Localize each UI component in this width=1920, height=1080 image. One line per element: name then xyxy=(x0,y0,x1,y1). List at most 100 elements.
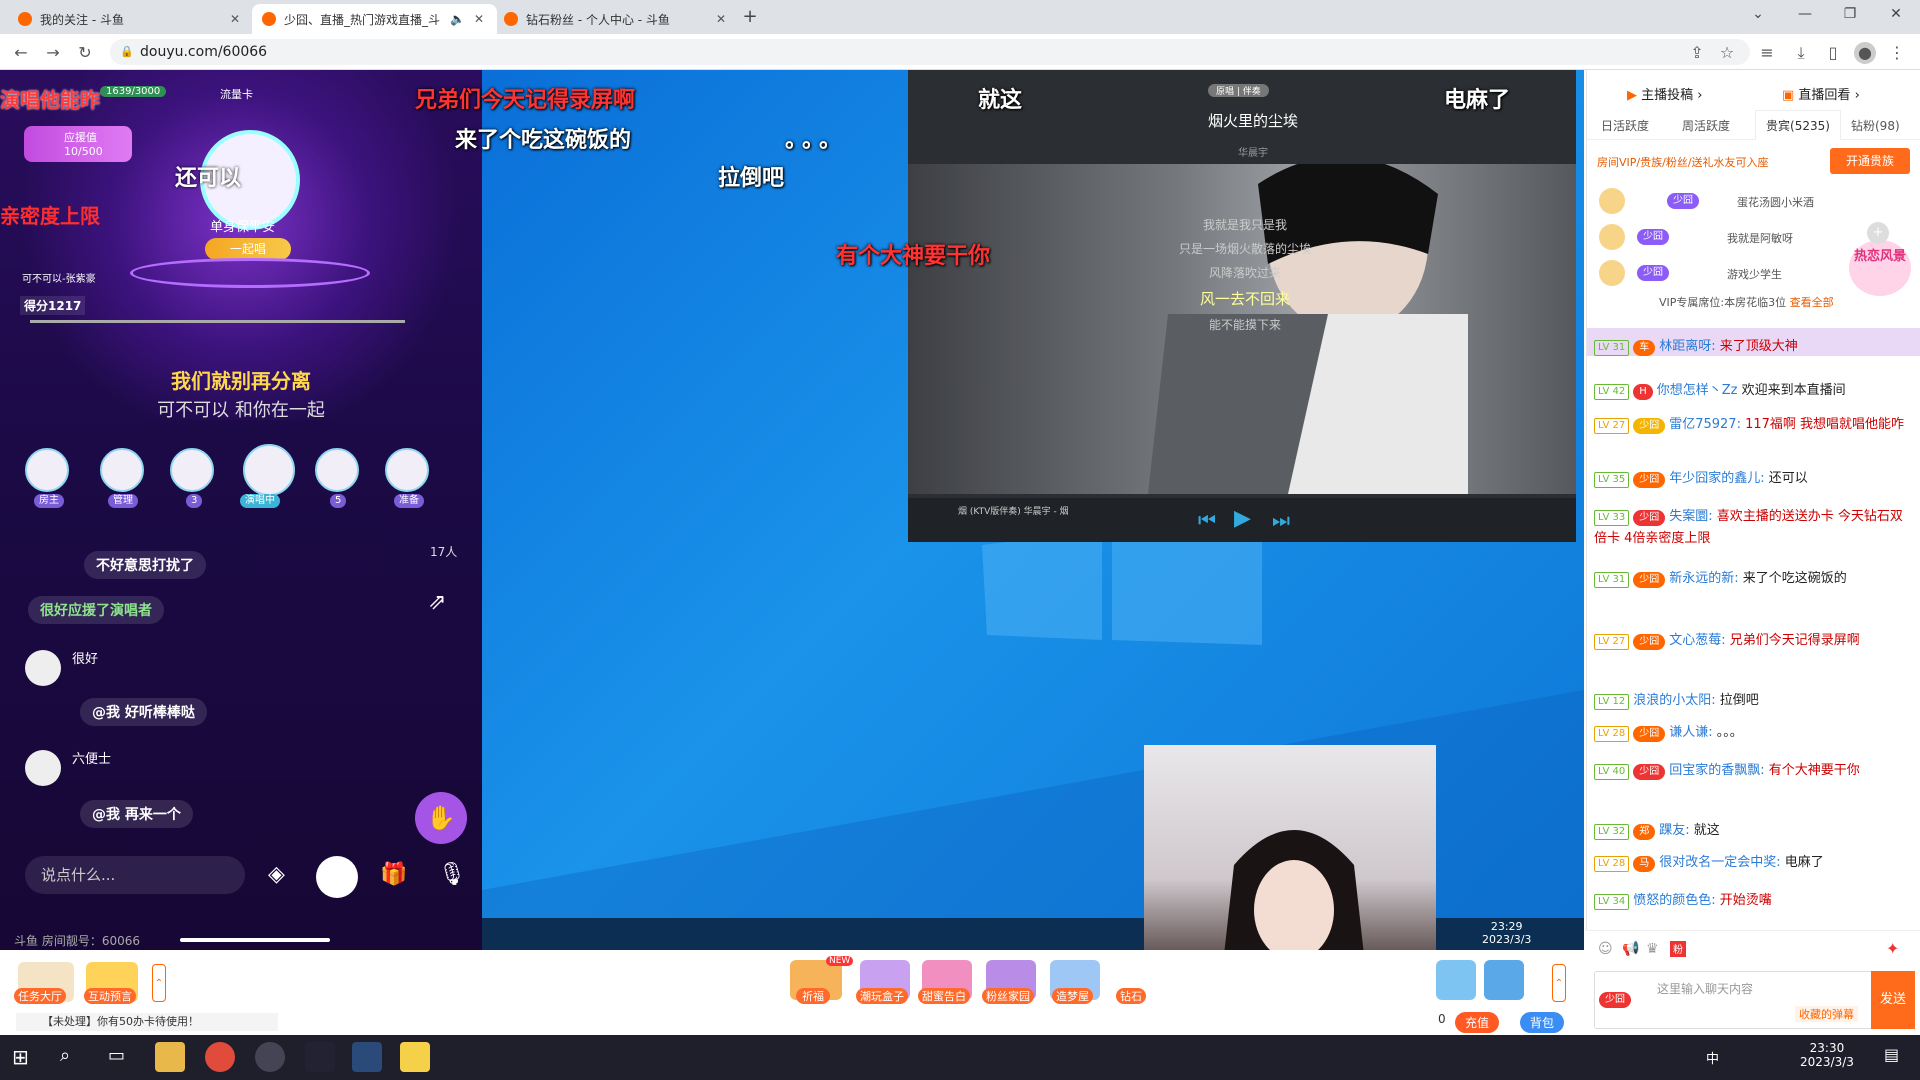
tab-vip[interactable]: 贵宾(5235) xyxy=(1755,110,1841,140)
windows-start-icon[interactable]: ⊞ xyxy=(12,1045,29,1069)
gift-label[interactable]: 造梦屋 xyxy=(1052,988,1093,1004)
sidepanel-icon[interactable]: ▯ xyxy=(1822,42,1844,64)
speaker-icon[interactable]: 🔈 xyxy=(450,12,465,26)
tab-daily[interactable]: 日活跃度 xyxy=(1601,117,1649,134)
download-icon[interactable]: ⤓ xyxy=(1790,42,1812,64)
seat-avatar-singing[interactable] xyxy=(243,444,295,496)
share-icon[interactable]: ⇗ xyxy=(428,590,446,615)
avatar[interactable] xyxy=(25,650,61,686)
chat-nick[interactable]: 谦人谦: xyxy=(1669,725,1712,740)
chat-nick[interactable]: 很对改名一定会中奖: xyxy=(1659,855,1780,870)
chat-nick[interactable]: 愤怒的颜色色: xyxy=(1633,893,1715,908)
app-icon[interactable] xyxy=(305,1042,335,1072)
chrome-icon[interactable] xyxy=(205,1042,235,1072)
tab-diamond-fans[interactable]: 钻粉(98) xyxy=(1851,117,1900,134)
next-icon[interactable]: ⏭ xyxy=(1272,508,1290,532)
file-explorer-icon[interactable] xyxy=(155,1042,185,1072)
noble-icon[interactable]: ♛ xyxy=(1646,941,1659,957)
gift-icon[interactable] xyxy=(1484,960,1524,1000)
tab-live[interactable]: 少囧、直播_热门游戏直播_斗 🔈 ✕ xyxy=(252,4,497,34)
plus-icon[interactable]: + xyxy=(1867,222,1889,244)
prev-icon[interactable]: ⏮ xyxy=(1198,508,1216,532)
chat-nick[interactable]: 林距离呀: xyxy=(1659,339,1715,354)
gift-icon[interactable]: 🎁 xyxy=(380,862,407,887)
minimize-button[interactable]: — xyxy=(1785,6,1825,22)
seat-avatar[interactable] xyxy=(315,448,359,492)
notice-text[interactable]: 【未处理】你有50办卡待使用！ xyxy=(16,1013,278,1031)
vip-user-name[interactable]: 游戏少学生 xyxy=(1727,266,1782,282)
mic-off-icon[interactable]: 🎙 xyxy=(438,862,466,887)
chat-nick[interactable]: 浪浪的小太阳: xyxy=(1633,693,1715,708)
gift-label[interactable]: 粉丝家园 xyxy=(982,988,1034,1004)
notification-icon[interactable]: ▤ xyxy=(1884,1045,1899,1064)
search-icon[interactable]: ⌕ xyxy=(60,1045,70,1066)
chat-nick[interactable]: 踝友: xyxy=(1659,823,1689,838)
play-icon[interactable]: ▶ xyxy=(1234,506,1251,531)
fan-icon[interactable]: 粉 xyxy=(1670,941,1686,957)
chat-nick[interactable]: 文心葱莓: xyxy=(1669,633,1725,648)
support-card[interactable]: 应援值 10/500 xyxy=(24,126,132,162)
open-vip-button[interactable]: 开通贵族 xyxy=(1830,148,1910,174)
profile-icon[interactable]: ● xyxy=(1854,42,1876,64)
horn-icon[interactable]: 📢 xyxy=(1622,941,1639,957)
bag-button[interactable]: 背包 xyxy=(1520,1012,1565,1033)
lol-icon[interactable] xyxy=(352,1042,382,1072)
close-icon[interactable]: ✕ xyxy=(471,12,487,26)
gift-icon[interactable] xyxy=(1436,960,1476,1000)
ime-indicator[interactable]: 中 xyxy=(1706,1048,1719,1067)
close-icon[interactable]: ✕ xyxy=(713,12,729,26)
chat-input[interactable]: 少囧 这里输入聊天内容 收藏的弹幕 xyxy=(1594,971,1882,1029)
back-icon[interactable]: ← xyxy=(10,42,32,64)
tab-weekly[interactable]: 周活跃度 xyxy=(1682,117,1730,134)
tab-follow[interactable]: 我的关注 - 斗鱼 ✕ xyxy=(8,4,253,34)
emoji-icon[interactable]: ☺ xyxy=(1598,941,1613,957)
toggle-original[interactable]: 原唱 | 伴奏 xyxy=(1208,84,1269,97)
chat-nick[interactable]: 雷亿75927: xyxy=(1669,417,1741,432)
view-all-link[interactable]: 查看全部 xyxy=(1790,296,1834,309)
gift-label[interactable]: 潮玩盒子 xyxy=(856,988,908,1004)
restore-button[interactable]: ❐ xyxy=(1830,6,1870,22)
gift-label[interactable]: 祈福 xyxy=(796,988,830,1004)
new-tab-button[interactable]: + xyxy=(730,6,770,27)
task-view-icon[interactable]: ▭ xyxy=(108,1045,125,1066)
system-clock[interactable]: 23:30 2023/3/3 xyxy=(1800,1041,1854,1069)
join-sing-button[interactable]: 一起唱 xyxy=(205,238,291,260)
reload-icon[interactable]: ↻ xyxy=(74,42,96,64)
saved-danmu-button[interactable]: 收藏的弹幕 xyxy=(1795,1006,1858,1022)
vip-user-name[interactable]: 我就是阿敏呀 xyxy=(1727,230,1793,246)
menu-icon[interactable]: ⋮ xyxy=(1886,42,1908,64)
seat-avatar[interactable] xyxy=(100,448,144,492)
gift-icon[interactable]: ✦ xyxy=(1886,939,1899,958)
app-icon[interactable] xyxy=(400,1042,430,1072)
chevron-up-icon[interactable]: ⌃ xyxy=(1552,964,1566,1002)
phone-chat-input[interactable]: 说点什么... xyxy=(25,856,245,894)
gift-label[interactable]: 钻石 xyxy=(1116,988,1146,1004)
chat-nick[interactable]: 失案圜: xyxy=(1669,509,1712,524)
tab-diamond[interactable]: 钻石粉丝 - 个人中心 - 斗鱼 ✕ xyxy=(494,4,739,34)
obs-icon[interactable] xyxy=(255,1042,285,1072)
gift-label[interactable]: 甜蜜告白 xyxy=(918,988,970,1004)
chat-nick[interactable]: 回宝家的香飘飘: xyxy=(1669,763,1764,778)
prediction-label[interactable]: 互动预言 xyxy=(84,988,136,1004)
close-icon[interactable]: ✕ xyxy=(227,12,243,26)
chat-nick[interactable]: 新永远的新: xyxy=(1669,571,1738,586)
address-bar[interactable]: 🔒 douyu.com/60066 xyxy=(110,39,1750,65)
send-button[interactable]: 发送 xyxy=(1871,971,1915,1029)
emoji-avatar-icon[interactable] xyxy=(316,856,358,898)
hot-badge[interactable]: 热恋风景 xyxy=(1849,240,1911,296)
chevron-up-icon[interactable]: ⌃ xyxy=(152,964,166,1002)
chevron-down-icon[interactable]: ⌄ xyxy=(1738,6,1778,22)
vip-user-name[interactable]: 蛋花汤圆小米酒 xyxy=(1737,194,1814,210)
forward-icon[interactable]: → xyxy=(42,42,64,64)
layers-icon[interactable]: ◈ xyxy=(268,862,285,887)
replay-link[interactable]: ▣ 直播回看 › xyxy=(1782,84,1860,103)
task-hall-label[interactable]: 任务大厅 xyxy=(14,988,66,1004)
seat-avatar[interactable] xyxy=(170,448,214,492)
anchor-post-link[interactable]: ▶ 主播投稿 › xyxy=(1627,84,1703,103)
playlist-icon[interactable]: ≡ xyxy=(1756,42,1778,64)
seat-avatar[interactable] xyxy=(385,448,429,492)
seat-avatar[interactable] xyxy=(25,448,69,492)
share-icon[interactable]: ⇪ xyxy=(1686,42,1708,64)
avatar[interactable] xyxy=(25,750,61,786)
close-window-button[interactable]: ✕ xyxy=(1876,6,1916,22)
